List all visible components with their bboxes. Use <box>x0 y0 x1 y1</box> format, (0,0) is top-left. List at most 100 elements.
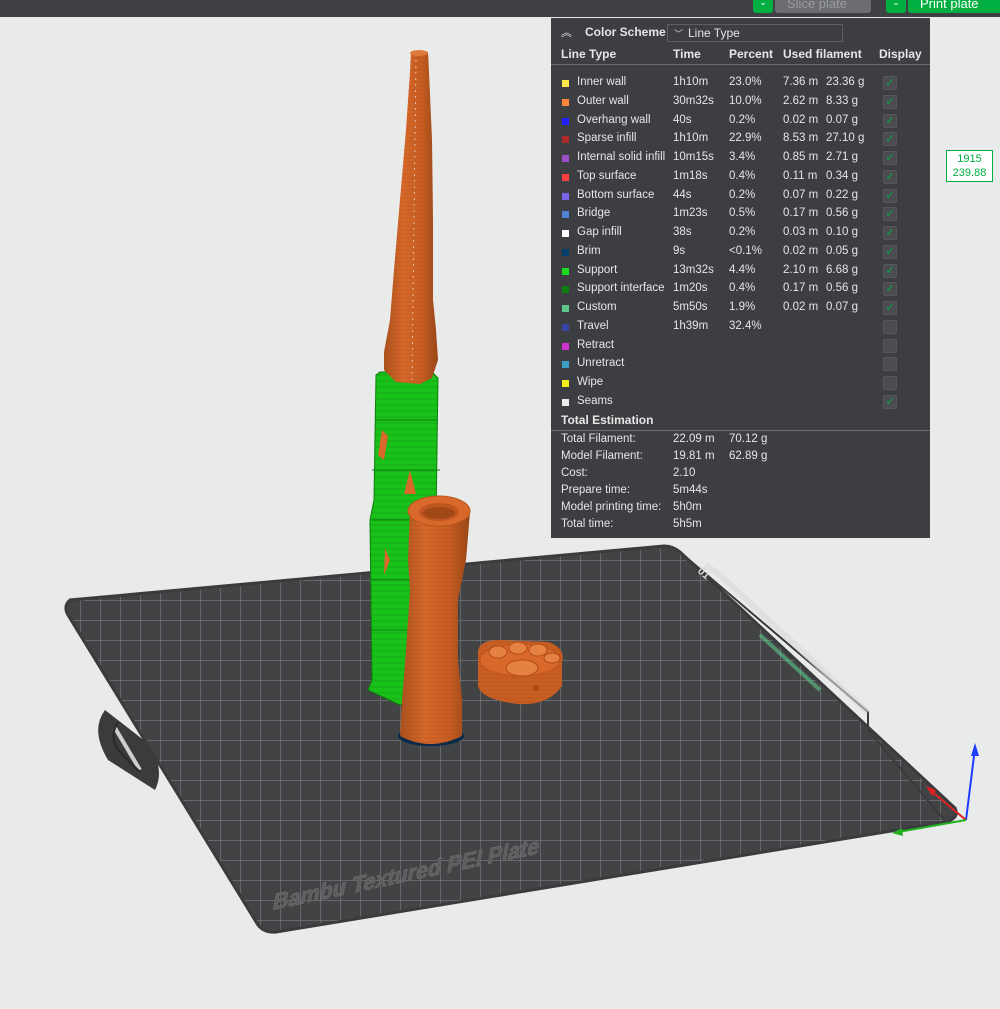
layer-ruler-label[interactable]: 1915 239.88 <box>946 150 993 182</box>
line-type-name: Outer wall <box>577 94 629 107</box>
col-header-time: Time <box>673 47 701 61</box>
line-type-weight: 0.05 g <box>826 244 858 257</box>
spire-model <box>384 50 438 384</box>
display-checkbox[interactable]: ✓ <box>883 169 897 184</box>
display-checkbox[interactable] <box>883 338 897 353</box>
line-type-length: 7.36 m <box>783 76 819 88</box>
line-type-name: Seams <box>577 394 613 407</box>
display-checkbox[interactable]: ✓ <box>883 244 897 259</box>
line-type-time: 1h10m <box>673 132 709 145</box>
color-swatch <box>562 230 569 237</box>
line-type-time: 10m15s <box>673 151 714 163</box>
col-header-used-filament: Used filament <box>783 47 862 61</box>
legend-row: Sparse infill 1h10m 22.9% 8.53 m 27.10 g ✓ <box>551 130 930 149</box>
line-type-length: 0.17 m <box>783 282 819 295</box>
display-checkbox[interactable]: ✓ <box>883 226 897 240</box>
line-type-weight: 2.71 g <box>826 151 858 163</box>
color-swatch <box>562 380 569 387</box>
line-type-percent: 0.2% <box>729 188 756 201</box>
display-checkbox[interactable] <box>883 357 897 372</box>
color-swatch <box>562 398 569 406</box>
display-checkbox[interactable] <box>883 319 897 334</box>
line-type-name: Unretract <box>577 357 625 370</box>
total-label: Prepare time: <box>561 484 631 496</box>
total-label: Total time: <box>561 518 614 530</box>
total-estimation-title: Total Estimation <box>561 413 654 427</box>
display-checkbox[interactable]: ✓ <box>883 282 897 297</box>
color-scheme-select[interactable]: ﹀ Line Type <box>667 24 843 42</box>
line-type-time: 13m32s <box>673 263 714 276</box>
color-swatch <box>562 136 569 144</box>
total-value: 5h5m <box>673 518 702 530</box>
print-plate-button[interactable]: Print plate <box>908 0 1000 13</box>
line-type-percent: 32.4% <box>729 319 762 332</box>
line-type-weight: 0.07 g <box>826 113 858 126</box>
total-value: 5h0m <box>673 501 702 513</box>
line-type-weight: 0.22 g <box>826 188 858 201</box>
display-checkbox[interactable]: ✓ <box>883 301 897 315</box>
line-type-weight: 0.34 g <box>826 169 858 182</box>
line-type-length: 0.11 m <box>783 169 818 182</box>
total-label: Model Filament: <box>561 450 643 462</box>
line-type-weight: 0.56 g <box>826 207 858 220</box>
line-type-time: 1m23s <box>673 207 708 220</box>
legend-row: Top surface 1m18s 0.4% 0.11 m 0.34 g ✓ <box>551 168 930 187</box>
line-type-time: 9s <box>673 244 686 257</box>
line-type-name: Internal solid infill <box>577 151 666 163</box>
line-type-length: 0.03 m <box>783 226 819 238</box>
line-type-percent: 10.0% <box>729 94 762 107</box>
legend-row: Support 13m32s 4.4% 2.10 m 6.68 g ✓ <box>551 262 930 281</box>
line-type-percent: 0.2% <box>729 226 756 238</box>
line-type-name: Bottom surface <box>577 188 655 201</box>
line-type-time: 1m18s <box>673 169 708 182</box>
line-type-weight: 27.10 g <box>826 132 865 145</box>
total-row: Total time: 5h5m <box>551 518 930 535</box>
display-checkbox[interactable]: ✓ <box>883 76 897 90</box>
color-swatch <box>562 192 569 200</box>
legend-row: Gap infill 38s 0.2% 0.03 m 0.10 g ✓ <box>551 224 930 243</box>
legend-row: Support interface 1m20s 0.4% 0.17 m 0.56 g ✓ <box>551 280 930 299</box>
display-checkbox[interactable]: ✓ <box>883 207 897 222</box>
slice-dropdown-icon[interactable]: ⌄ <box>753 0 773 13</box>
legend-row: Custom 5m50s 1.9% 0.02 m 0.07 g ✓ <box>551 299 930 318</box>
line-type-percent: 3.4% <box>729 151 756 163</box>
total-row: Model Filament: 19.81 m 62.89 g <box>551 450 930 467</box>
line-type-name: Gap infill <box>577 226 622 238</box>
total-value: 2.10 <box>673 467 696 479</box>
total-label: Cost: <box>561 467 588 479</box>
line-type-name: Bridge <box>577 207 611 220</box>
display-checkbox[interactable]: ✓ <box>883 113 897 128</box>
color-swatch <box>562 211 569 219</box>
line-type-percent: 22.9% <box>729 132 762 145</box>
line-type-name: Wipe <box>577 376 604 388</box>
collapse-chevron-icon[interactable]: ︽ <box>561 24 572 40</box>
display-checkbox[interactable]: ✓ <box>883 188 897 203</box>
color-swatch <box>562 286 569 294</box>
color-swatch <box>562 323 569 331</box>
color-swatch <box>562 361 569 369</box>
print-dropdown-icon[interactable]: ⌄ <box>886 0 906 13</box>
total-row: Total Filament: 22.09 m 70.12 g <box>551 433 930 450</box>
paw-model <box>477 640 563 705</box>
display-checkbox[interactable] <box>883 376 897 390</box>
display-checkbox[interactable]: ✓ <box>883 94 897 109</box>
total-value-secondary: 62.89 g <box>729 450 768 462</box>
slice-plate-button[interactable]: Slice plate <box>775 0 871 13</box>
header-divider <box>551 64 930 65</box>
line-type-weight: 23.36 g <box>826 76 865 88</box>
display-checkbox[interactable]: ✓ <box>883 151 897 165</box>
display-checkbox[interactable]: ✓ <box>883 132 897 147</box>
total-divider <box>551 430 930 431</box>
color-swatch <box>562 305 569 312</box>
layer-height: 239.88 <box>952 167 987 179</box>
line-type-length: 0.02 m <box>783 113 819 126</box>
line-type-length: 8.53 m <box>783 132 819 145</box>
display-checkbox[interactable]: ✓ <box>883 394 897 409</box>
total-value: 22.09 m <box>673 433 715 445</box>
total-value: 5m44s <box>673 484 708 496</box>
legend-header: ︽ Color Scheme ﹀ Line Type <box>551 18 930 46</box>
color-swatch <box>562 155 569 162</box>
line-type-name: Travel <box>577 319 609 332</box>
display-checkbox[interactable]: ✓ <box>883 263 897 278</box>
legend-row: Travel 1h39m 32.4% <box>551 318 930 337</box>
